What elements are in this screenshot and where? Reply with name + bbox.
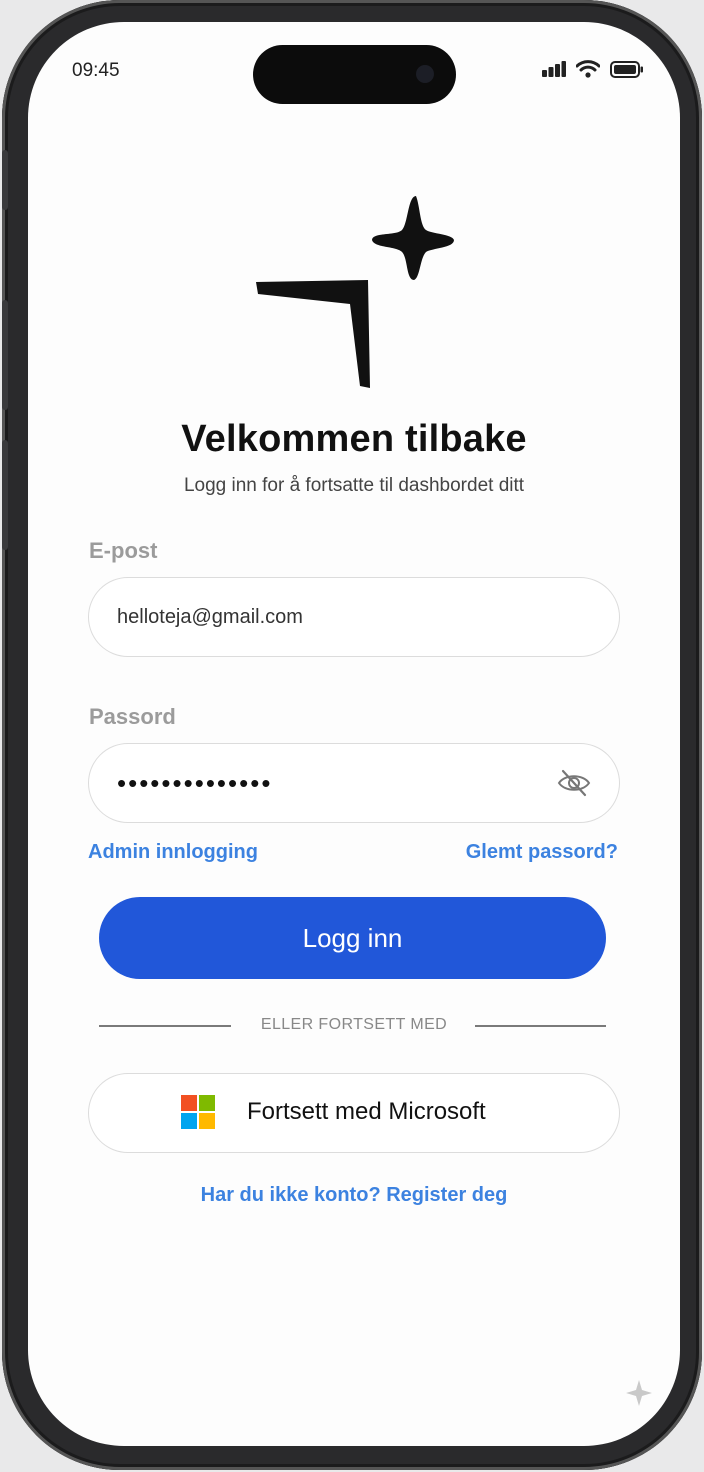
email-input[interactable] (117, 605, 591, 629)
wifi-icon (576, 60, 600, 78)
screen: 09:45 Velkommen tilbake Logg inn for å f… (28, 22, 680, 1446)
microsoft-logo-icon (181, 1095, 215, 1129)
corner-sparkle-icon (626, 1380, 652, 1406)
app-logo-icon (256, 196, 454, 388)
admin-login-link[interactable]: Admin innlogging (88, 841, 258, 864)
forgot-password-link[interactable]: Glemt passord? (466, 841, 618, 864)
login-button[interactable]: Logg inn (99, 897, 606, 979)
email-label: E-post (89, 538, 158, 563)
volume-up-button (2, 300, 8, 410)
dynamic-island (253, 45, 456, 104)
camera-icon (416, 65, 434, 83)
page-subtitle: Logg inn for å fortsatte til dashbordet … (183, 475, 525, 496)
password-input[interactable] (117, 767, 591, 799)
signal-icon (542, 61, 566, 77)
password-field[interactable] (88, 743, 620, 823)
volume-down-button (2, 440, 8, 550)
battery-icon (610, 60, 643, 78)
status-time: 09:45 (72, 60, 120, 81)
eye-off-icon[interactable] (557, 768, 591, 798)
side-button (2, 150, 8, 210)
password-label: Passord (89, 704, 176, 729)
signup-link[interactable]: Har du ikke konto? Register deg (201, 1184, 508, 1206)
divider-right (475, 1025, 606, 1027)
page-title: Velkommen tilbake (181, 418, 527, 460)
status-icons (542, 60, 644, 78)
phone-frame: 09:45 Velkommen tilbake Logg inn for å f… (2, 0, 702, 1470)
microsoft-login-button[interactable]: Fortsett med Microsoft (88, 1073, 620, 1153)
microsoft-button-label: Fortsett med Microsoft (247, 1098, 486, 1125)
email-field[interactable] (88, 577, 620, 657)
